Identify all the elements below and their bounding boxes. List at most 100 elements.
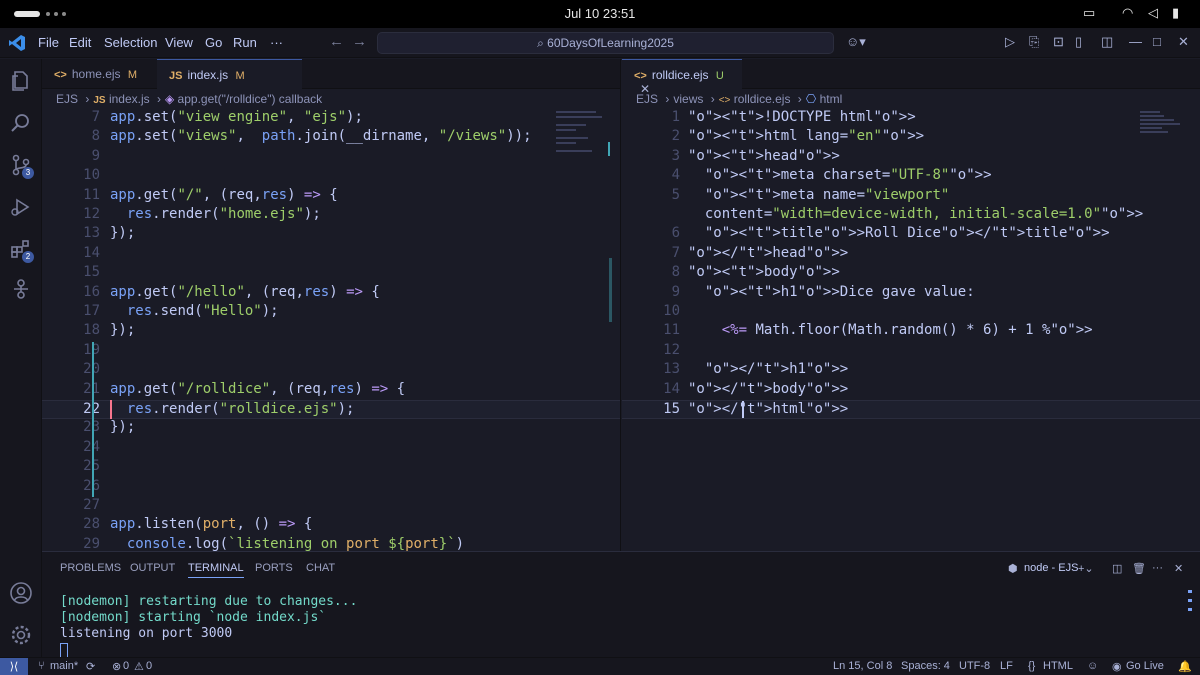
tab-home-ejs[interactable]: <> home.ejs M [42, 59, 157, 89]
panel-tab-ports[interactable]: PORTS [255, 562, 293, 574]
terminal-selector[interactable]: node - EJS [1024, 562, 1078, 574]
toggle-sidebar-icon[interactable]: ▯ [1075, 34, 1082, 50]
code-line[interactable]: 3 "o"><"t">head"o">> [622, 148, 1200, 167]
code-line[interactable]: 10 [42, 167, 620, 186]
breadcrumb-folder[interactable]: EJS [56, 92, 78, 106]
git-graph-icon[interactable] [9, 277, 33, 301]
code-line[interactable]: 15 [42, 264, 620, 283]
close-icon[interactable]: ✕ [1178, 34, 1189, 50]
code-line[interactable]: 18}); [42, 322, 620, 341]
panel-tab-problems[interactable]: PROBLEMS [60, 562, 121, 574]
menu-go[interactable]: Go [205, 35, 222, 50]
run-debug-icon[interactable] [9, 195, 33, 219]
indentation[interactable]: Spaces: 4 [901, 660, 950, 672]
panel-tab-terminal[interactable]: TERMINAL [188, 562, 244, 578]
go-live-button[interactable]: Go Live [1126, 660, 1164, 672]
code-line[interactable]: 11 app.get("/", (req,res) => { [42, 187, 620, 206]
code-line[interactable]: 6 "o"><"t">title"o">>Roll Dice"o"></"t">… [622, 225, 1200, 244]
error-count[interactable]: 0 [123, 660, 129, 672]
code-line[interactable]: 23}); [42, 419, 620, 438]
code-line[interactable]: 9 "o"><"t">h1"o">>Dice gave value: [622, 284, 1200, 303]
menu-selection[interactable]: Selection [104, 35, 157, 50]
notifications-bell-icon[interactable]: 🔔 [1178, 660, 1192, 673]
split-editor-icon[interactable]: ◫ [1101, 34, 1113, 50]
new-terminal-icon[interactable]: +⌄ [1078, 562, 1094, 575]
warning-count[interactable]: 0 [146, 660, 152, 672]
panel-tab-chat[interactable]: CHAT [306, 562, 335, 574]
copilot-status-icon[interactable]: ☺ [1087, 660, 1098, 672]
code-line[interactable]: 11 <%= Math.floor(Math.random() * 6) + 1… [622, 322, 1200, 341]
code-line[interactable]: 15 "o"></"t">html"o">> [622, 400, 1200, 420]
code-line[interactable]: 13}); [42, 225, 620, 244]
menu-file[interactable]: File [38, 35, 59, 50]
remote-indicator-icon[interactable]: ⟩⟨ [0, 658, 28, 675]
more-actions-icon[interactable]: ··· [1152, 562, 1163, 574]
code-line[interactable]: 4 "o"><"t">meta charset="UTF-8""o">> [622, 167, 1200, 186]
branch-name[interactable]: main* [50, 660, 78, 672]
code-line[interactable]: 12 [622, 342, 1200, 361]
code-line[interactable]: 2 "o"><"t">html lang="en""o">> [622, 128, 1200, 147]
code-line[interactable]: 22 res.render("rolldice.ejs"); [42, 400, 620, 420]
minimap[interactable] [556, 109, 606, 169]
code-line[interactable]: 14 [42, 245, 620, 264]
terminal-output[interactable]: [nodemon] restarting due to changes... [… [60, 594, 357, 658]
panel-tab-output[interactable]: OUTPUT [130, 562, 175, 574]
code-line[interactable]: 24 [42, 439, 620, 458]
code-line[interactable]: 26 [42, 478, 620, 497]
sync-icon[interactable]: ⟳ [86, 660, 95, 673]
minimize-icon[interactable]: — [1129, 34, 1142, 49]
code-line[interactable]: 21app.get("/rolldice", (req,res) => { [42, 381, 620, 400]
copilot-icon[interactable]: ☺▾ [846, 34, 866, 50]
menu-view[interactable]: View [165, 35, 193, 50]
breadcrumb-symbol[interactable]: html [820, 92, 843, 106]
wifi-icon[interactable]: ◠ [1122, 5, 1133, 21]
battery-icon[interactable]: ▮ [1172, 5, 1179, 21]
split-diff-icon[interactable]: ⊡ [1053, 34, 1064, 50]
split-terminal-icon[interactable]: ◫ [1112, 562, 1122, 575]
explorer-icon[interactable] [9, 69, 33, 93]
code-line[interactable]: 17 res.send("Hello"); [42, 303, 620, 322]
run-icon[interactable]: ▷ [1005, 34, 1015, 50]
code-line[interactable]: 20 [42, 361, 620, 380]
breadcrumb-file[interactable]: rolldice.ejs [734, 92, 791, 106]
volume-icon[interactable]: ◁ [1148, 5, 1158, 21]
code-line[interactable]: 9 [42, 148, 620, 167]
menu-more[interactable]: ··· [270, 35, 283, 50]
tab-rolldice-ejs[interactable]: <> rolldice.ejs U ✕ [622, 59, 742, 96]
menu-run[interactable]: Run [233, 35, 257, 50]
code-line[interactable]: 28 app.listen(port, () => { [42, 516, 620, 535]
breadcrumb-symbol[interactable]: app.get("/rolldice") callback [178, 92, 323, 106]
code-line[interactable]: content="width=device-width, initial-sca… [622, 206, 1200, 225]
editor-sash[interactable] [609, 258, 612, 322]
tab-index-js[interactable]: JS index.js M [157, 59, 302, 89]
screen-record-icon[interactable]: ▭ [1083, 5, 1095, 21]
kill-terminal-icon[interactable]: 🗑 [1132, 562, 1146, 575]
code-line[interactable]: 12 res.render("home.ejs"); [42, 206, 620, 225]
breadcrumb-subfolder[interactable]: views [673, 92, 703, 106]
cursor-position[interactable]: Ln 15, Col 8 [833, 660, 892, 672]
code-line[interactable]: 25 [42, 458, 620, 477]
language-mode[interactable]: HTML [1043, 660, 1073, 672]
code-line[interactable]: 1 "o"><"t">!DOCTYPE html"o">> [622, 109, 1200, 128]
system-clock[interactable]: Jul 10 23:51 [0, 6, 1200, 21]
code-line[interactable]: 8 app.set("views", path.join(__dirname, "… [42, 128, 620, 147]
back-arrow-icon[interactable]: ← [329, 33, 344, 50]
code-line[interactable]: 27 [42, 497, 620, 516]
code-line[interactable]: 8 "o"><"t">body"o">> [622, 264, 1200, 283]
maximize-icon[interactable]: □ [1153, 34, 1161, 49]
code-line[interactable]: 7 app.set("view engine", "ejs"); [42, 109, 620, 128]
terminal-scrollbar[interactable] [1188, 588, 1192, 646]
code-line[interactable]: 19 [42, 342, 620, 361]
menu-edit[interactable]: Edit [69, 35, 91, 50]
breadcrumb-folder[interactable]: EJS [636, 92, 658, 106]
search-icon[interactable] [9, 111, 33, 135]
account-icon[interactable] [9, 581, 33, 605]
breadcrumb-file[interactable]: index.js [109, 92, 150, 106]
code-line[interactable]: 10 [622, 303, 1200, 322]
code-line[interactable]: 5 "o"><"t">meta name="viewport" [622, 187, 1200, 206]
code-line[interactable]: 13 "o"></"t">h1"o">> [622, 361, 1200, 380]
code-line[interactable]: 14 "o"></"t">body"o">> [622, 381, 1200, 400]
encoding[interactable]: UTF-8 [959, 660, 990, 672]
forward-arrow-icon[interactable]: → [352, 33, 367, 50]
command-center-search[interactable]: ⌕ 60DaysOfLearning2025 [377, 32, 834, 54]
